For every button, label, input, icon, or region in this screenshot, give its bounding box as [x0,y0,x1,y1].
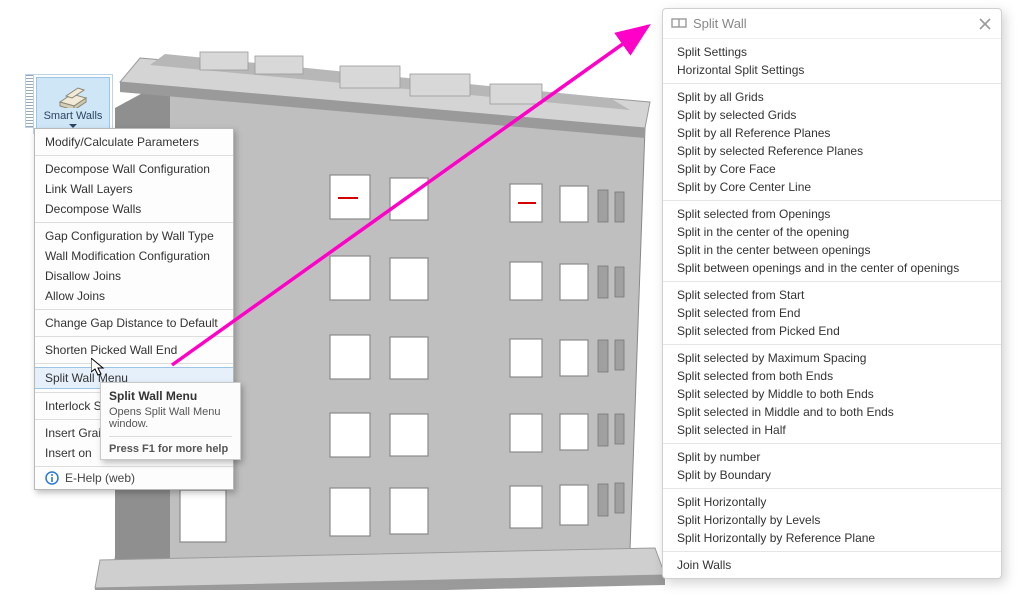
split-wall-title: Split Wall [693,16,747,31]
tooltip-title: Split Wall Menu [109,389,232,403]
split-wall-icon [671,15,687,32]
tooltip-hint: Press F1 for more help [109,436,232,455]
split-item-split-selected-from-openings[interactable]: Split selected from Openings [663,205,1001,223]
split-item-split-selected-from-both-ends[interactable]: Split selected from both Ends [663,367,1001,385]
split-item-join-walls[interactable]: Join Walls [663,556,1001,574]
toolbar-grip[interactable] [25,74,33,128]
split-item-split-in-the-center-of-the-opening[interactable]: Split in the center of the opening [663,223,1001,241]
split-item-split-by-core-face[interactable]: Split by Core Face [663,160,1001,178]
split-item-split-selected-from-picked-end[interactable]: Split selected from Picked End [663,322,1001,340]
menu-item-wall-modification-configuration[interactable]: Wall Modification Configuration [35,246,233,266]
split-item-split-selected-by-middle-to-both-ends[interactable]: Split selected by Middle to both Ends [663,385,1001,403]
wall-icon [56,82,90,108]
menu-item-modify-calculate-parameters[interactable]: Modify/Calculate Parameters [35,132,233,152]
split-item-split-by-selected-reference-planes[interactable]: Split by selected Reference Planes [663,142,1001,160]
split-item-split-selected-from-end[interactable]: Split selected from End [663,304,1001,322]
split-item-split-selected-by-maximum-spacing[interactable]: Split selected by Maximum Spacing [663,349,1001,367]
menu-item-link-wall-layers[interactable]: Link Wall Layers [35,179,233,199]
split-item-split-horizontally-by-levels[interactable]: Split Horizontally by Levels [663,511,1001,529]
split-item-split-horizontally-by-reference-plane[interactable]: Split Horizontally by Reference Plane [663,529,1001,547]
split-item-split-selected-in-middle-and-to-both-ends[interactable]: Split selected in Middle and to both End… [663,403,1001,421]
menu-item-ehelp[interactable]: E-Help (web) [35,466,233,489]
split-item-split-selected-in-half[interactable]: Split selected in Half [663,421,1001,439]
smart-walls-label: Smart Walls [44,110,103,122]
tooltip-description: Opens Split Wall Menu window. [109,406,232,436]
split-item-split-by-core-center-line[interactable]: Split by Core Center Line [663,178,1001,196]
menu-item-shorten-picked-wall-end[interactable]: Shorten Picked Wall End [35,340,233,360]
split-item-split-by-selected-grids[interactable]: Split by selected Grids [663,106,1001,124]
menu-item-change-gap-distance-to-default[interactable]: Change Gap Distance to Default [35,313,233,333]
split-item-split-by-number[interactable]: Split by number [663,448,1001,466]
smart-walls-button[interactable]: Smart Walls [33,74,113,134]
split-wall-menu-tooltip: Split Wall Menu Opens Split Wall Menu wi… [100,382,241,460]
split-item-split-by-all-grids[interactable]: Split by all Grids [663,88,1001,106]
split-item-split-selected-from-start[interactable]: Split selected from Start [663,286,1001,304]
split-item-split-horizontally[interactable]: Split Horizontally [663,493,1001,511]
split-wall-panel: Split Wall Split SettingsHorizontal Spli… [662,8,1002,579]
menu-item-decompose-walls[interactable]: Decompose Walls [35,199,233,219]
split-item-horizontal-split-settings[interactable]: Horizontal Split Settings [663,61,1001,79]
split-item-split-by-boundary[interactable]: Split by Boundary [663,466,1001,484]
info-icon [45,471,59,485]
split-item-split-settings[interactable]: Split Settings [663,43,1001,61]
menu-item-gap-configuration-by-wall-type[interactable]: Gap Configuration by Wall Type [35,226,233,246]
menu-item-allow-joins[interactable]: Allow Joins [35,286,233,306]
menu-item-decompose-wall-configuration[interactable]: Decompose Wall Configuration [35,159,233,179]
close-icon[interactable] [977,16,993,32]
menu-item-disallow-joins[interactable]: Disallow Joins [35,266,233,286]
split-item-split-between-openings-and-in-the-center-of-openings[interactable]: Split between openings and in the center… [663,259,1001,277]
split-item-split-in-the-center-between-openings[interactable]: Split in the center between openings [663,241,1001,259]
split-item-split-by-all-reference-planes[interactable]: Split by all Reference Planes [663,124,1001,142]
